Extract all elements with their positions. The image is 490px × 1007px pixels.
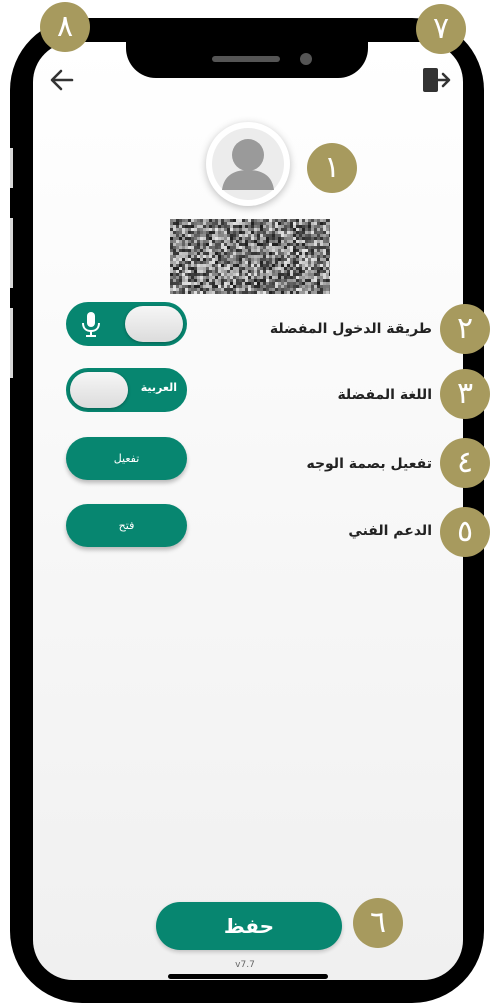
side-button <box>10 148 13 188</box>
annotation-badge-4: ٤ <box>440 438 490 488</box>
logout-icon <box>423 68 451 92</box>
save-button[interactable]: حفظ <box>156 902 342 950</box>
annotation-badge-2: ٢ <box>440 304 490 354</box>
app-version: v7.7 <box>235 960 255 970</box>
support-label: الدعم الفني <box>348 523 432 539</box>
back-button[interactable] <box>48 66 76 94</box>
logout-button[interactable] <box>421 66 451 94</box>
user-avatar-icon <box>212 128 284 200</box>
support-open-button[interactable]: فتح <box>66 504 187 547</box>
speaker-grille <box>212 56 280 62</box>
annotation-badge-3: ٣ <box>440 369 490 419</box>
front-camera <box>300 53 312 65</box>
toggle-knob <box>70 372 128 408</box>
side-button <box>10 308 13 378</box>
home-indicator <box>168 974 328 979</box>
annotation-badge-1: ١ <box>307 143 357 193</box>
annotation-badge-6: ٦ <box>353 898 403 948</box>
qr-code-icon <box>170 219 332 294</box>
annotation-badge-7: ٧ <box>416 4 466 54</box>
language-toggle[interactable]: العربية <box>66 368 187 412</box>
face-id-activate-button[interactable]: تفعيل <box>66 437 187 480</box>
qr-code <box>170 219 332 294</box>
microphone-icon <box>82 312 100 337</box>
phone-notch <box>126 18 368 78</box>
face-id-label: تفعيل بصمة الوجه <box>306 456 432 472</box>
login-method-toggle[interactable] <box>66 302 187 346</box>
annotation-badge-8: ٨ <box>40 2 90 52</box>
language-value: العربية <box>140 381 177 394</box>
login-method-label: طريقة الدخول المفضلة <box>269 321 432 337</box>
arrow-left-icon <box>50 69 74 91</box>
side-button <box>10 218 13 288</box>
toggle-knob <box>125 306 183 342</box>
profile-avatar[interactable] <box>206 122 290 206</box>
language-label: اللغة المفضلة <box>337 387 432 403</box>
annotation-badge-5: ٥ <box>440 507 490 557</box>
